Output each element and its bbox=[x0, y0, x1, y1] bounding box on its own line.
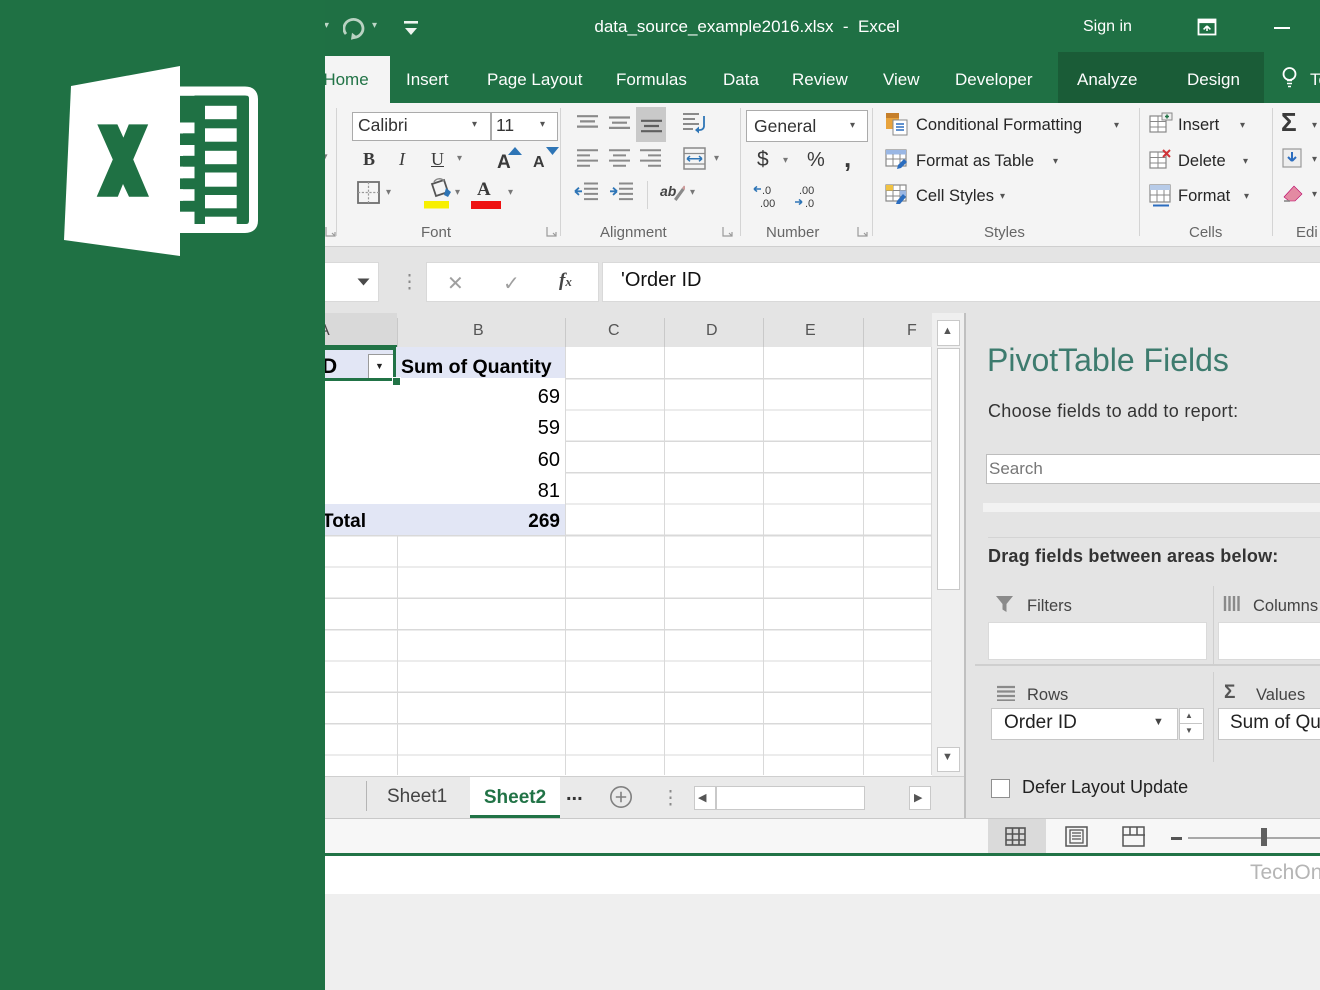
svg-text:.00: .00 bbox=[799, 185, 814, 197]
svg-text:.0: .0 bbox=[805, 198, 814, 210]
svg-text:.0: .0 bbox=[762, 185, 771, 197]
svg-text:.00: .00 bbox=[760, 198, 775, 210]
svg-text:ab: ab bbox=[660, 183, 677, 199]
